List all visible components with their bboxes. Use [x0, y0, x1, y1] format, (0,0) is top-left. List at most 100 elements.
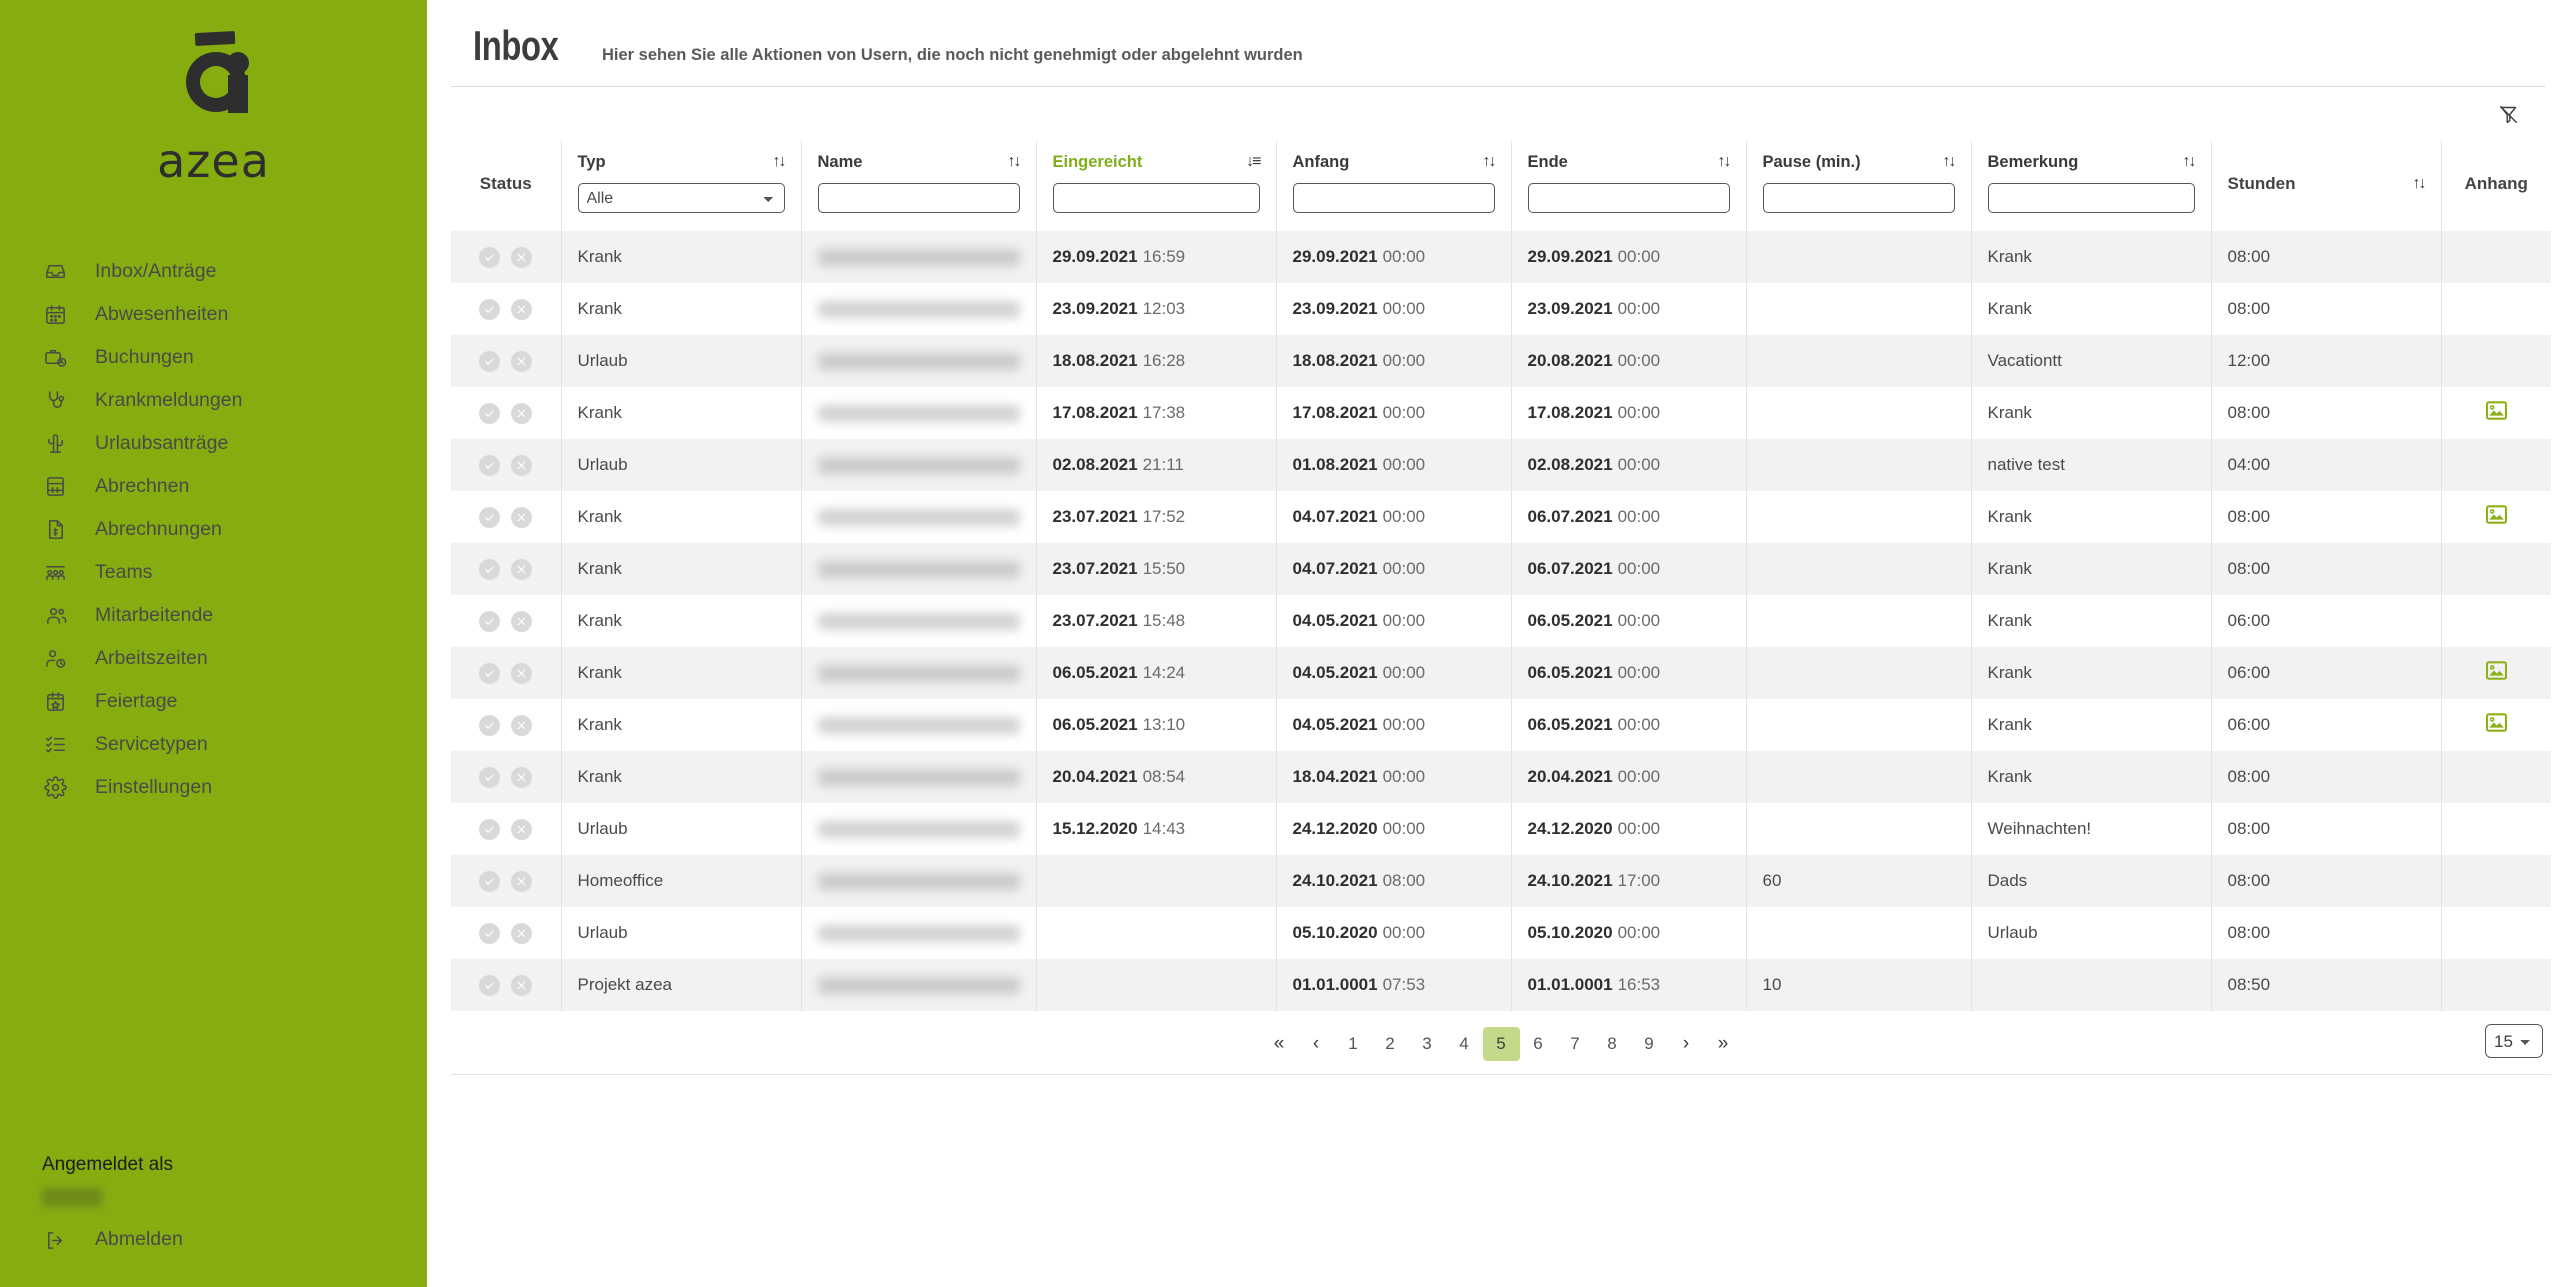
approve-button[interactable]: [479, 766, 501, 788]
table-row[interactable]: Urlaub 05.10.2020 00:00 05.10.2020 00:00 Urla…: [451, 907, 2551, 959]
sidebar-item-einstellungen[interactable]: Einstellungen: [0, 766, 427, 809]
sidebar-item-abwesenheiten[interactable]: Abwesenheiten: [0, 293, 427, 336]
pagination-first-button[interactable]: «: [1261, 1027, 1298, 1061]
approve-button[interactable]: [479, 974, 501, 996]
table-row[interactable]: Krank 23.07.2021 15:50 04.07.2021 00:00 06.07…: [451, 543, 2551, 595]
logout-icon: [42, 1227, 68, 1253]
approve-button[interactable]: [479, 298, 501, 320]
table-row[interactable]: Krank 23.07.2021 17:52 04.07.2021 00:00 06.07…: [451, 491, 2551, 543]
page-header: Inbox Hier sehen Sie alle Aktionen von U…: [451, 0, 2545, 87]
sidebar-item-teams[interactable]: Teams: [0, 551, 427, 594]
approve-button[interactable]: [479, 454, 501, 476]
pagination-page-3[interactable]: 3: [1409, 1027, 1446, 1061]
sidebar-item-krankmeldungen[interactable]: Krankmeldungen: [0, 379, 427, 422]
sidebar-item-abrechnungen[interactable]: Abrechnungen: [0, 508, 427, 551]
approve-button[interactable]: [479, 610, 501, 632]
approve-button[interactable]: [479, 870, 501, 892]
table-row[interactable]: Krank 23.07.2021 15:48 04.05.2021 00:00 06.05…: [451, 595, 2551, 647]
pagination-page-2[interactable]: 2: [1372, 1027, 1409, 1061]
sidebar-item-feiertage[interactable]: Feiertage: [0, 680, 427, 723]
pagination-last-button[interactable]: »: [1705, 1027, 1742, 1061]
reject-button[interactable]: [511, 922, 533, 944]
reject-button[interactable]: [511, 402, 533, 424]
pagination-page-8[interactable]: 8: [1594, 1027, 1631, 1061]
attachment-image-icon[interactable]: [2485, 661, 2507, 680]
reject-button[interactable]: [511, 506, 533, 528]
sort-toggle-typ-icon[interactable]: ↑↓: [773, 154, 787, 170]
cell-pause: [1745, 751, 1971, 803]
approve-button[interactable]: [479, 350, 501, 372]
logout-button[interactable]: Abmelden: [42, 1227, 427, 1253]
table-row[interactable]: Krank 17.08.2021 17:38 17.08.2021 00:00 17.08…: [451, 387, 2551, 439]
pagination-page-7[interactable]: 7: [1557, 1027, 1594, 1061]
reject-button[interactable]: [511, 610, 533, 632]
sort-toggle-ende-icon[interactable]: ↑↓: [1718, 154, 1732, 170]
sort-toggle-anfang-icon[interactable]: ↑↓: [1483, 154, 1497, 170]
table-row[interactable]: Krank 29.09.2021 16:59 29.09.2021 00:00 29.09…: [451, 231, 2551, 283]
cell-status: [451, 699, 561, 751]
pause-filter-input[interactable]: [1762, 183, 1955, 213]
reject-button[interactable]: [511, 350, 533, 372]
eingereicht-filter-input[interactable]: [1052, 183, 1260, 213]
reject-button[interactable]: [511, 766, 533, 788]
sidebar-item-abrechnen[interactable]: Abrechnen: [0, 465, 427, 508]
filter-off-icon[interactable]: [2495, 101, 2521, 127]
pagination-page-4[interactable]: 4: [1446, 1027, 1483, 1061]
attachment-image-icon[interactable]: [2485, 713, 2507, 732]
reject-button[interactable]: [511, 662, 533, 684]
table-row[interactable]: Urlaub 02.08.2021 21:11 01.08.2021 00:00 02.0…: [451, 439, 2551, 491]
sort-toggle-name-icon[interactable]: ↑↓: [1008, 154, 1022, 170]
anfang-filter-input[interactable]: [1292, 183, 1495, 213]
sort-toggle-bemerkung-icon[interactable]: ↑↓: [2183, 154, 2197, 170]
pagination-prev-button[interactable]: ‹: [1298, 1027, 1335, 1061]
reject-button[interactable]: [511, 558, 533, 580]
ende-filter-input[interactable]: [1527, 183, 1730, 213]
page-size-selector[interactable]: 15: [2485, 1024, 2543, 1058]
pagination-next-button[interactable]: ›: [1668, 1027, 1705, 1061]
sidebar-item-buchungen[interactable]: Buchungen: [0, 336, 427, 379]
approve-button[interactable]: [479, 506, 501, 528]
sort-toggle-stunden-icon[interactable]: ↑↓: [2413, 176, 2427, 192]
sidebar-item-inbox-antraege[interactable]: Inbox/Anträge: [0, 250, 427, 293]
reject-button[interactable]: [511, 818, 533, 840]
approve-button[interactable]: [479, 714, 501, 736]
reject-button[interactable]: [511, 298, 533, 320]
reject-button[interactable]: [511, 454, 533, 476]
sort-toggle-pause-icon[interactable]: ↑↓: [1943, 154, 1957, 170]
sidebar-item-servicetypen[interactable]: Servicetypen: [0, 723, 427, 766]
approve-button[interactable]: [479, 402, 501, 424]
sidebar-item-arbeitszeiten[interactable]: Arbeitszeiten: [0, 637, 427, 680]
reject-button[interactable]: [511, 974, 533, 996]
sort-desc-eingereicht-icon[interactable]: ↓≡: [1246, 154, 1261, 170]
table-row[interactable]: Urlaub 18.08.2021 16:28 18.08.2021 00:00 20.0…: [451, 335, 2551, 387]
attachment-image-icon[interactable]: [2485, 401, 2507, 420]
name-filter-input[interactable]: [817, 183, 1020, 213]
table-row[interactable]: Urlaub 15.12.2020 14:43 24.12.2020 00:00 24.1…: [451, 803, 2551, 855]
table-row[interactable]: Krank 06.05.2021 14:24 04.05.2021 00:00 06.05…: [451, 647, 2551, 699]
table-row[interactable]: Homeoffice 24.10.2021 08:00 24.10.2021 17:00…: [451, 855, 2551, 907]
pagination-page-5[interactable]: 5: [1482, 1026, 1520, 1061]
typ-filter-select[interactable]: Alle: [577, 183, 785, 213]
reject-button[interactable]: [511, 246, 533, 268]
table-row[interactable]: Krank 06.05.2021 13:10 04.05.2021 00:00 06.05…: [451, 699, 2551, 751]
cell-eingereicht: 23.07.2021 15:48: [1035, 595, 1276, 647]
table-row[interactable]: Krank 23.09.2021 12:03 23.09.2021 00:00 23.09…: [451, 283, 2551, 335]
table-row[interactable]: Projekt azea 01.01.0001 07:53 01.01.0001 16:…: [451, 959, 2551, 1011]
sidebar-item-urlaubsantraege[interactable]: Urlaubsanträge: [0, 422, 427, 465]
pagination-page-9[interactable]: 9: [1631, 1027, 1668, 1061]
approve-button[interactable]: [479, 922, 501, 944]
approve-button[interactable]: [479, 818, 501, 840]
pagination-page-1[interactable]: 1: [1335, 1027, 1372, 1061]
sidebar-item-mitarbeitende[interactable]: Mitarbeitende: [0, 594, 427, 637]
table-row[interactable]: Krank 20.04.2021 08:54 18.04.2021 00:00 20.04…: [451, 751, 2551, 803]
cell-name: [800, 647, 1036, 699]
page-size-select[interactable]: 15: [2485, 1024, 2543, 1058]
reject-button[interactable]: [511, 714, 533, 736]
approve-button[interactable]: [479, 558, 501, 580]
approve-button[interactable]: [479, 246, 501, 268]
bemerkung-filter-input[interactable]: [1987, 183, 2195, 213]
reject-button[interactable]: [511, 870, 533, 892]
pagination-page-6[interactable]: 6: [1520, 1027, 1557, 1061]
attachment-image-icon[interactable]: [2485, 505, 2507, 524]
approve-button[interactable]: [479, 662, 501, 684]
